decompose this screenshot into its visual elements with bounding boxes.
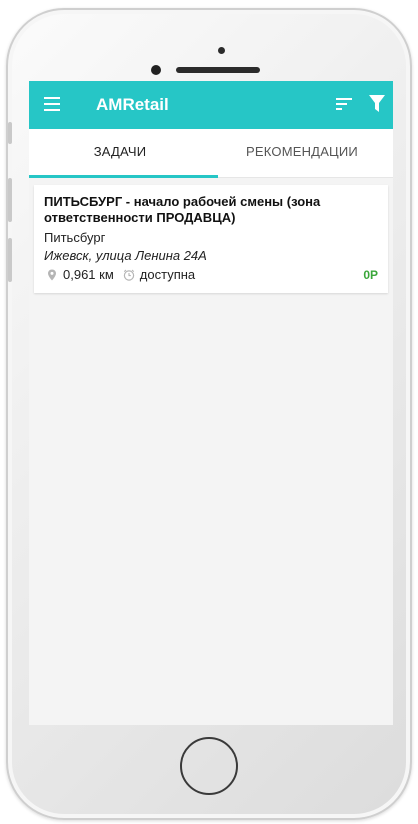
tab-recommendations[interactable]: РЕКОМЕНДАЦИИ (211, 129, 393, 177)
home-button[interactable] (180, 737, 238, 795)
sensor-dot (218, 47, 225, 54)
filter-icon[interactable] (369, 95, 385, 113)
task-title: ПИТЬСБУРГ - начало рабочей смены (зона о… (44, 194, 321, 225)
tab-bar: ЗАДАЧИ РЕКОМЕНДАЦИИ (29, 129, 393, 178)
task-status: доступна (139, 267, 196, 282)
app-title: AMRetail (96, 95, 169, 114)
task-city: Питьсбург (44, 230, 106, 245)
mute-switch (8, 122, 12, 144)
task-address: Ижевск, улица Ленина 24А (44, 248, 207, 263)
active-tab-indicator (29, 175, 218, 178)
app-screen: AMRetail ЗАДАЧИ РЕКОМЕНДАЦИИ ПИТЬСБУРГ -… (29, 81, 393, 725)
front-camera (151, 65, 161, 75)
location-pin-icon (46, 269, 58, 281)
app-toolbar: AMRetail (29, 81, 393, 129)
menu-icon[interactable] (44, 97, 60, 111)
volume-up-button (8, 178, 12, 222)
task-distance: 0,961 км (63, 267, 114, 282)
volume-down-button (8, 238, 12, 282)
tab-tasks[interactable]: ЗАДАЧИ (29, 129, 211, 177)
task-card[interactable]: ПИТЬСБУРГ - начало рабочей смены (зона о… (34, 185, 388, 293)
sort-icon[interactable] (336, 98, 352, 111)
earpiece-speaker (176, 67, 260, 73)
clock-icon (123, 269, 135, 281)
task-score: 0Р (363, 268, 378, 282)
task-meta: 0,961 км доступна 0Р (44, 267, 378, 283)
